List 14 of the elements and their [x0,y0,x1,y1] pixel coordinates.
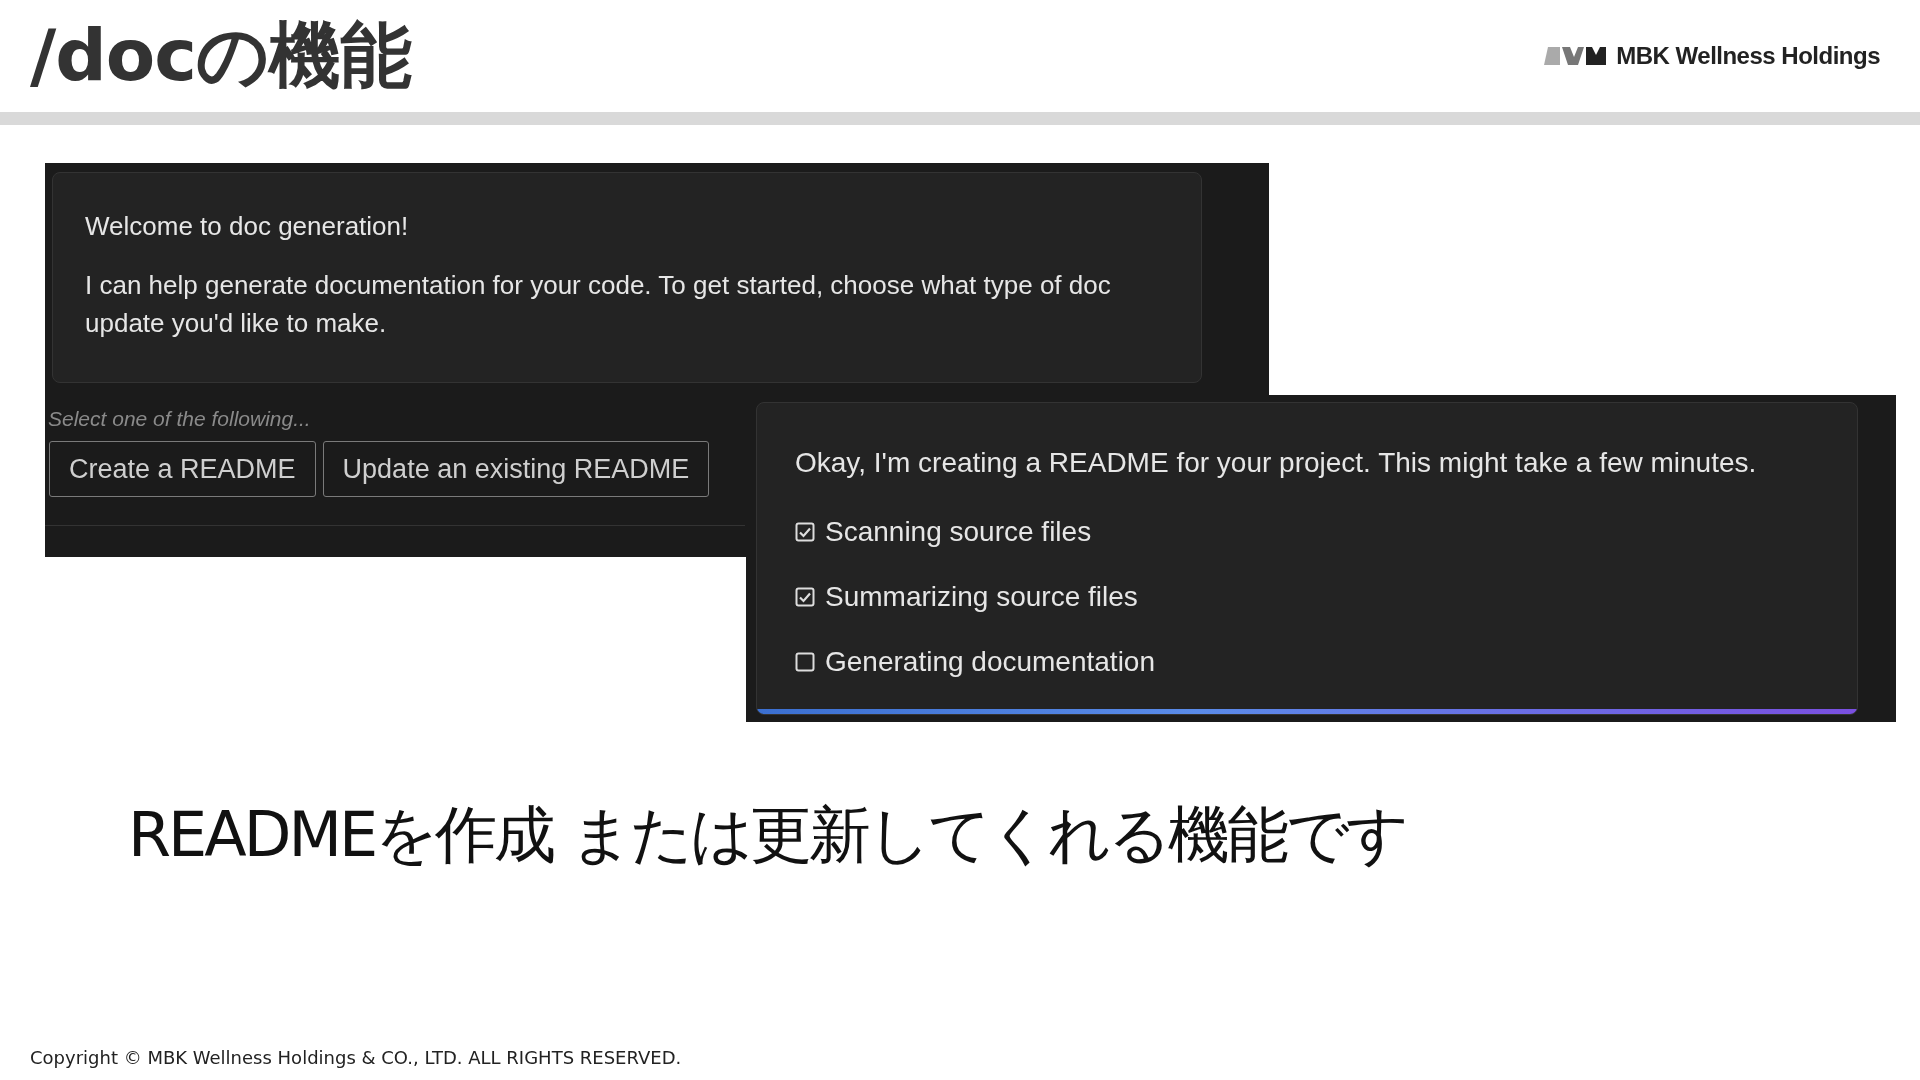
step-label: Scanning source files [825,515,1092,548]
option-button[interactable]: Update an existing README [322,441,710,497]
brand-logo-icon [1544,47,1607,65]
progress-message: Okay, I'm creating a README for your project. This might take a few minutes. [795,447,1758,479]
slide-title: /docの機能 [30,12,411,99]
welcome-heading: Welcome to doc generation! [85,211,410,242]
step-label: Summarizing source files [825,580,1138,613]
slide-caption: READMEを作成 または更新してくれる機能です [128,797,1407,873]
brand-name: MBK Wellness Holdings [1616,42,1880,70]
copyright-text: Copyright © MBK Wellness Holdings & CO., LTD. ALL RIGHTS RESERVED. [30,1047,682,1068]
select-prompt: Select one of the following... [48,407,312,431]
step-label: Generating documentation [825,645,1155,678]
welcome-message: I can help generate documentation for your code. To get started, choose what type of doc update you'd like to make. [85,269,1112,340]
option-button[interactable]: Create a README [49,441,316,497]
